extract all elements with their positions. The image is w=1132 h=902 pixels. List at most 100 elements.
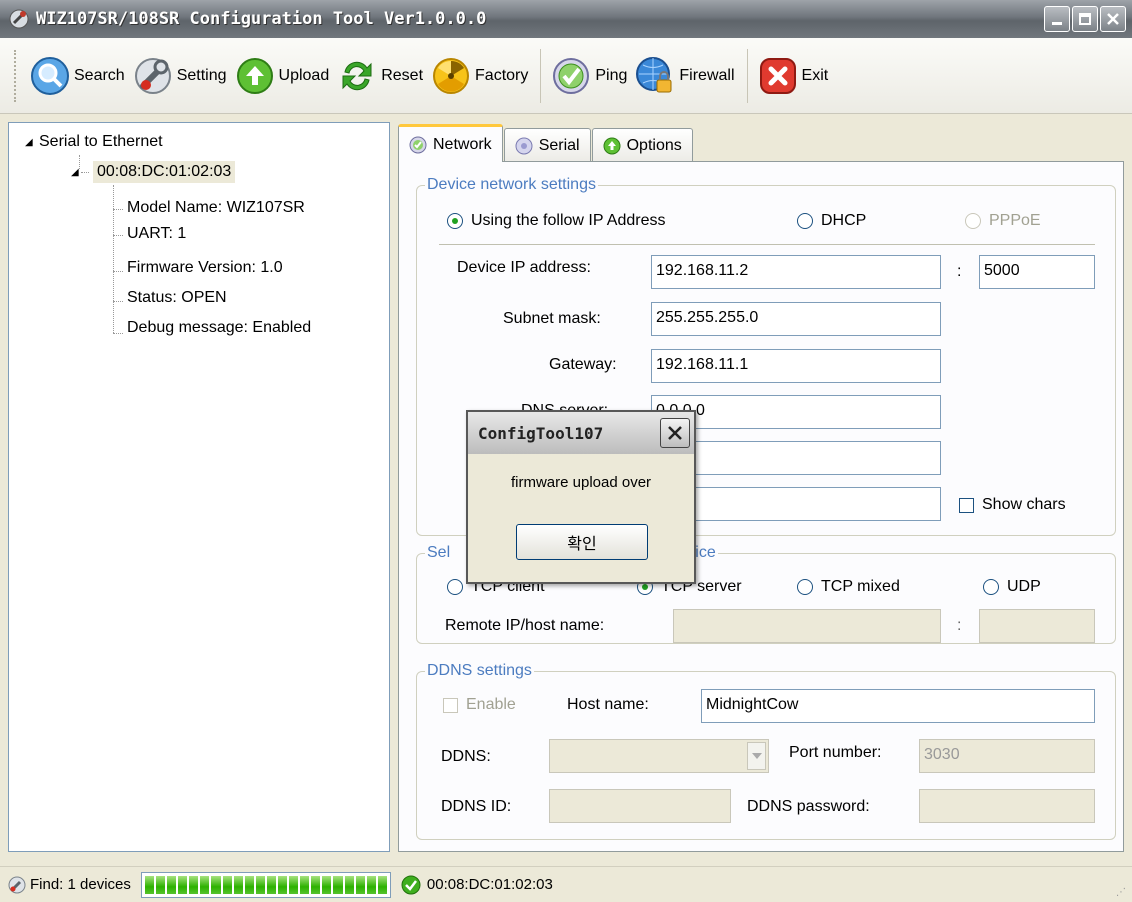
dhcp-label: DHCP	[821, 212, 867, 229]
upload-button[interactable]: Upload	[235, 46, 330, 106]
setting-button[interactable]: Setting	[133, 46, 227, 106]
toolbar: Search Setting Upload Reset Factory Ping…	[0, 38, 1132, 114]
search-label: Search	[74, 66, 125, 84]
device-tree[interactable]: ◢ Serial to Ethernet ◢ 00:08:DC:01:02:03…	[8, 122, 390, 852]
dialog-message: firmware upload over	[510, 474, 652, 491]
exit-label: Exit	[801, 66, 829, 84]
tree-detail-item[interactable]: Debug message: Enabled	[127, 319, 311, 337]
static-ip-radio[interactable]: Using the follow IP Address	[447, 212, 665, 230]
progress-segment	[144, 875, 154, 894]
show-chars-label: Show chars	[982, 496, 1066, 513]
tab-options-label: Options	[626, 136, 682, 154]
close-window-button[interactable]	[1100, 6, 1126, 32]
upload-arrow-icon	[236, 57, 273, 94]
reset-label: Reset	[381, 66, 424, 84]
device-network-legend: Device network settings	[427, 176, 596, 193]
minimize-icon	[1052, 22, 1062, 25]
remote-host-field[interactable]	[673, 609, 941, 643]
device-ip-field[interactable]: 192.168.11.2	[651, 255, 941, 289]
close-icon	[759, 57, 796, 94]
checkmark-icon	[553, 57, 590, 94]
gateway-field[interactable]: 192.168.11.1	[651, 349, 941, 383]
progress-segment	[155, 875, 166, 894]
collapse-arrow-icon[interactable]: ◢	[71, 167, 79, 178]
progress-segment	[244, 875, 254, 894]
progress-segment	[211, 875, 221, 894]
tcp-mixed-radio[interactable]: TCP mixed	[797, 578, 900, 596]
wrench-icon	[8, 876, 26, 893]
toolbar-separator	[746, 48, 748, 103]
search-button[interactable]: Search	[30, 46, 125, 106]
minimize-button[interactable]	[1044, 6, 1070, 32]
toolbar-grip[interactable]	[14, 49, 18, 102]
ddns-enable-checkbox[interactable]: Enable	[443, 696, 516, 714]
serial-disc-icon	[515, 137, 533, 154]
ping-label: Ping	[595, 66, 628, 84]
ddns-port-field[interactable]: 3030	[919, 739, 1095, 773]
progress-segment	[255, 875, 265, 894]
ddns-service-select[interactable]	[549, 739, 769, 773]
firewall-button[interactable]: Firewall	[635, 46, 735, 106]
radiation-icon	[433, 57, 470, 94]
checkbox-box	[443, 697, 458, 713]
progress-segment	[322, 875, 332, 894]
progress-segment	[178, 875, 188, 894]
ping-button[interactable]: Ping	[551, 46, 627, 106]
upload-label: Upload	[278, 66, 330, 84]
dialog-close-button[interactable]	[660, 418, 690, 448]
remote-port-field[interactable]	[979, 609, 1095, 643]
progress-segment	[167, 875, 177, 894]
exit-button[interactable]: Exit	[758, 46, 829, 106]
host-name-field[interactable]: MidnightCow	[701, 689, 1095, 723]
options-icon	[603, 137, 621, 154]
progress-segment	[189, 875, 199, 894]
ddns-password-field[interactable]	[919, 789, 1095, 823]
dropdown-arrow-button[interactable]	[747, 742, 766, 770]
maximize-button[interactable]	[1072, 6, 1098, 32]
tab-serial[interactable]: Serial	[503, 128, 591, 162]
progress-segment	[200, 875, 210, 894]
checkbox-box	[959, 497, 974, 513]
status-bar: Find: 1 devices 00:08:DC:01:02:03 ⋰	[0, 866, 1132, 902]
tree-detail-item[interactable]: Status: OPEN	[127, 289, 227, 307]
udp-radio[interactable]: UDP	[983, 578, 1041, 596]
device-port-field[interactable]: 5000	[979, 255, 1095, 289]
tree-detail-item[interactable]: Model Name: WIZ107SR	[127, 199, 305, 217]
wrench-app-icon	[9, 9, 29, 29]
maximize-icon	[1079, 13, 1091, 25]
close-icon	[668, 426, 682, 440]
resize-grip[interactable]: ⋰	[1116, 887, 1126, 898]
tree-detail-item[interactable]: Firmware Version: 1.0	[127, 259, 283, 277]
tree-line	[113, 333, 123, 334]
radio-dot	[447, 213, 463, 229]
tab-options[interactable]: Options	[591, 128, 693, 162]
collapse-arrow-icon[interactable]: ◢	[25, 137, 33, 148]
magnifier-icon	[31, 56, 69, 95]
find-status-text: Find: 1 devices	[30, 876, 131, 893]
show-chars-checkbox[interactable]: Show chars	[959, 496, 1066, 514]
status-device-mac: 00:08:DC:01:02:03	[426, 876, 553, 893]
remote-host-label: Remote IP/host name:	[445, 617, 605, 634]
reset-button[interactable]: Reset	[337, 46, 423, 106]
subnet-field[interactable]: 255.255.255.0	[651, 302, 941, 336]
globe-lock-icon	[636, 56, 672, 92]
host-name-label: Host name:	[567, 696, 649, 713]
factory-button[interactable]: Factory	[431, 46, 528, 106]
progress-segment	[333, 875, 343, 894]
progress-segment	[344, 875, 354, 894]
pppoe-radio[interactable]: PPPoE	[965, 212, 1041, 230]
tree-detail-item[interactable]: UART: 1	[127, 225, 186, 243]
tree-line	[113, 301, 123, 302]
radio-dot	[797, 213, 813, 229]
tab-network[interactable]: Network	[398, 124, 503, 162]
recycle-icon	[342, 61, 372, 90]
dhcp-radio[interactable]: DHCP	[797, 212, 866, 230]
tree-root[interactable]: Serial to Ethernet	[39, 133, 163, 151]
device-ip-label: Device IP address:	[457, 259, 591, 276]
tree-line	[79, 155, 80, 169]
tree-device-node[interactable]: 00:08:DC:01:02:03	[93, 161, 236, 183]
ddns-id-field[interactable]	[549, 789, 731, 823]
tree-line	[113, 185, 114, 333]
radio-dot	[447, 579, 463, 595]
dialog-ok-button[interactable]: 확인	[516, 524, 648, 560]
